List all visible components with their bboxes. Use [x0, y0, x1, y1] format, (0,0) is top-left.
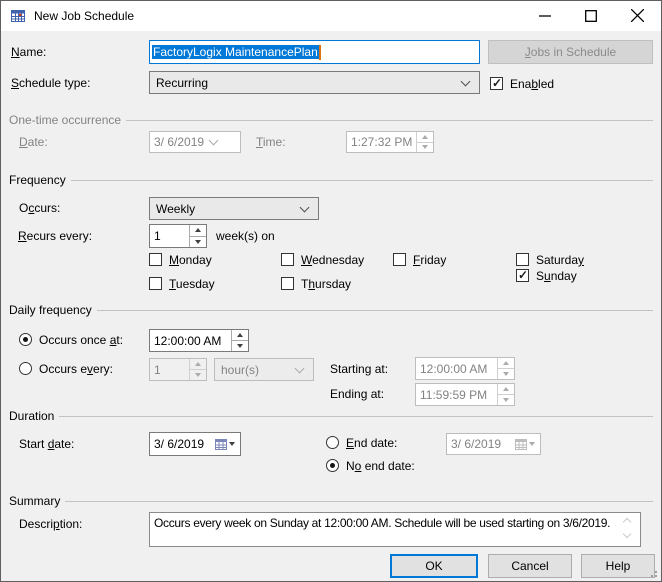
monday-label: Monday: [169, 253, 212, 267]
end-date-picker[interactable]: 3/ 6/2019: [446, 433, 541, 455]
date-label: Date:: [19, 135, 48, 149]
time-label: Time:: [256, 135, 286, 149]
dropdown-arrow-icon: [529, 442, 535, 446]
calendar-icon: [515, 439, 527, 450]
occurs-once-time-value: 12:00:00 AM: [150, 330, 231, 351]
one-time-date-select[interactable]: 3/ 6/2019: [149, 131, 241, 153]
spinner-buttons[interactable]: [189, 359, 206, 380]
close-button[interactable]: [631, 9, 644, 22]
monday-checkbox[interactable]: [149, 253, 162, 266]
occurs-every-label: Occurs every:: [39, 362, 113, 376]
dropdown-arrow-icon: [229, 442, 235, 446]
summary-header: Summary: [9, 494, 65, 508]
schedule-type-select[interactable]: Recurring: [149, 71, 480, 94]
daily-frequency-header: Daily frequency: [9, 303, 97, 317]
occurs-select[interactable]: Weekly: [149, 197, 319, 220]
recurs-every-value: 1: [150, 225, 189, 247]
chevron-down-icon: [295, 363, 305, 373]
thursday-label: Thursday: [301, 277, 351, 291]
ending-at-label: Ending at:: [330, 387, 384, 401]
occurs-once-time-spinner[interactable]: 12:00:00 AM: [149, 329, 249, 352]
name-input[interactable]: FactoryLogix MaintenancePlan: [149, 40, 480, 64]
one-time-time-value: 1:27:32 PM: [347, 132, 416, 152]
calendar-icon: [215, 439, 227, 450]
end-date-label: End date:: [346, 436, 397, 450]
window-title: New Job Schedule: [34, 9, 134, 23]
spinner-buttons[interactable]: [497, 358, 514, 379]
schedule-type-label: Schedule type:: [11, 76, 90, 90]
maximize-button[interactable]: [585, 10, 597, 22]
end-date-value: 3/ 6/2019: [451, 437, 501, 451]
weeks-on-label: week(s) on: [216, 229, 275, 243]
tuesday-label: Tuesday: [169, 277, 215, 291]
resize-grip[interactable]: [648, 568, 658, 578]
starting-at-spinner[interactable]: 12:00:00 AM: [415, 357, 515, 380]
chevron-down-icon: [300, 202, 310, 212]
enabled-checkbox[interactable]: [490, 77, 503, 90]
ending-at-spinner[interactable]: 11:59:59 PM: [415, 383, 515, 406]
name-label: Name:: [11, 45, 46, 59]
recurs-every-label: Recurs every:: [18, 229, 92, 243]
frequency-header: Frequency: [9, 173, 71, 187]
no-end-date-radio[interactable]: [326, 459, 339, 472]
minimize-button[interactable]: [539, 15, 551, 17]
duration-header: Duration: [9, 409, 59, 423]
sunday-label: Sunday: [536, 269, 577, 283]
chevron-down-icon: [209, 136, 219, 146]
enabled-label: Enabled: [510, 77, 554, 91]
spinner-buttons[interactable]: [231, 330, 248, 351]
occurs-value: Weekly: [156, 202, 295, 216]
spinner-buttons[interactable]: [416, 132, 433, 152]
ok-button[interactable]: OK: [390, 554, 478, 578]
tuesday-checkbox[interactable]: [149, 277, 162, 290]
schedule-icon: [10, 8, 26, 24]
occurs-label: Occurs:: [19, 201, 60, 215]
occurs-every-unit-value: hour(s): [221, 363, 290, 377]
start-date-value: 3/ 6/2019: [154, 437, 204, 451]
text-caret: [319, 45, 321, 60]
new-job-schedule-dialog: New Job Schedule Name: FactoryLogix Main…: [0, 0, 662, 582]
ending-at-value: 11:59:59 PM: [416, 384, 497, 405]
occurs-once-radio[interactable]: [19, 333, 32, 346]
occurs-once-label: Occurs once at:: [39, 333, 123, 347]
jobs-in-schedule-button[interactable]: Jobs in Schedule: [488, 40, 653, 64]
occurs-every-unit-select[interactable]: hour(s): [214, 358, 314, 381]
wednesday-label: Wednesday: [301, 253, 364, 267]
start-date-label: Start date:: [19, 437, 74, 451]
help-button[interactable]: Help: [581, 554, 655, 578]
description-label: Description:: [19, 517, 82, 531]
spinner-buttons[interactable]: [497, 384, 514, 405]
chevron-down-icon: [461, 76, 471, 86]
occurs-every-value: 1: [150, 359, 189, 380]
one-time-date-value: 3/ 6/2019: [154, 135, 204, 149]
description-text: Occurs every week on Sunday at 12:00:00 …: [149, 512, 641, 547]
end-date-radio[interactable]: [326, 436, 339, 449]
thursday-checkbox[interactable]: [281, 277, 294, 290]
spinner-buttons[interactable]: [189, 225, 206, 247]
one-time-time-spinner[interactable]: 1:27:32 PM: [346, 131, 434, 153]
starting-at-label: Starting at:: [330, 362, 388, 376]
schedule-type-value: Recurring: [156, 76, 456, 90]
cancel-button[interactable]: Cancel: [488, 554, 572, 578]
titlebar: New Job Schedule: [1, 1, 661, 31]
name-value: FactoryLogix MaintenancePlan: [152, 45, 319, 59]
friday-label: Friday: [413, 253, 446, 267]
no-end-date-label: No end date:: [346, 459, 415, 473]
start-date-picker[interactable]: 3/ 6/2019: [149, 432, 241, 456]
recurs-every-spinner[interactable]: 1: [149, 224, 207, 248]
saturday-label: Saturday: [536, 253, 584, 267]
wednesday-checkbox[interactable]: [281, 253, 294, 266]
one-time-occurrence-header: One-time occurrence: [9, 113, 126, 127]
saturday-checkbox[interactable]: [516, 253, 529, 266]
occurs-every-value-spinner[interactable]: 1: [149, 358, 207, 381]
sunday-checkbox[interactable]: [516, 269, 529, 282]
friday-checkbox[interactable]: [393, 253, 406, 266]
starting-at-value: 12:00:00 AM: [416, 358, 497, 379]
occurs-every-radio[interactable]: [19, 362, 32, 375]
